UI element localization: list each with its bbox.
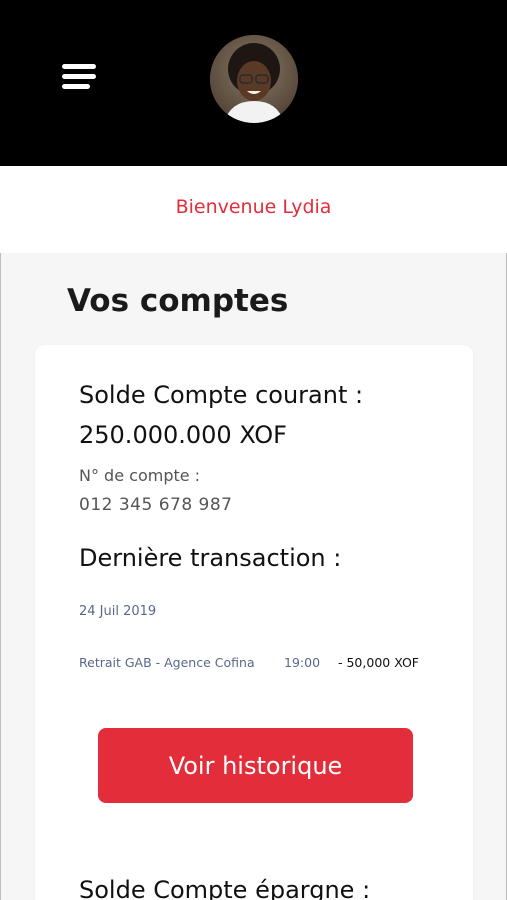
menu-line	[62, 64, 96, 69]
page-title: Vos comptes	[67, 283, 289, 319]
avatar[interactable]	[210, 35, 298, 123]
account-number: 012 345 678 987	[79, 495, 233, 515]
transaction-time: 19:00	[284, 655, 321, 670]
menu-line	[62, 74, 96, 79]
account-number-label: N° de compte :	[79, 466, 201, 485]
transaction-date: 24 Juil 2019	[79, 604, 157, 619]
savings-balance-label: Solde Compte épargne :	[79, 876, 371, 900]
current-balance-value: 250.000.000 XOF	[79, 421, 287, 449]
current-balance-label: Solde Compte courant :	[79, 381, 364, 409]
transaction-description: Retrait GAB - Agence Cofina	[79, 655, 255, 670]
avatar-image	[210, 35, 298, 123]
last-transaction-title: Dernière transaction :	[79, 544, 342, 572]
menu-line	[62, 84, 90, 89]
top-bar	[0, 0, 507, 166]
menu-icon[interactable]	[60, 60, 100, 96]
welcome-text: Bienvenue Lydia	[175, 196, 332, 218]
transaction-amount: - 50,000 XOF	[338, 655, 419, 670]
view-history-button[interactable]: Voir historique	[98, 728, 413, 803]
